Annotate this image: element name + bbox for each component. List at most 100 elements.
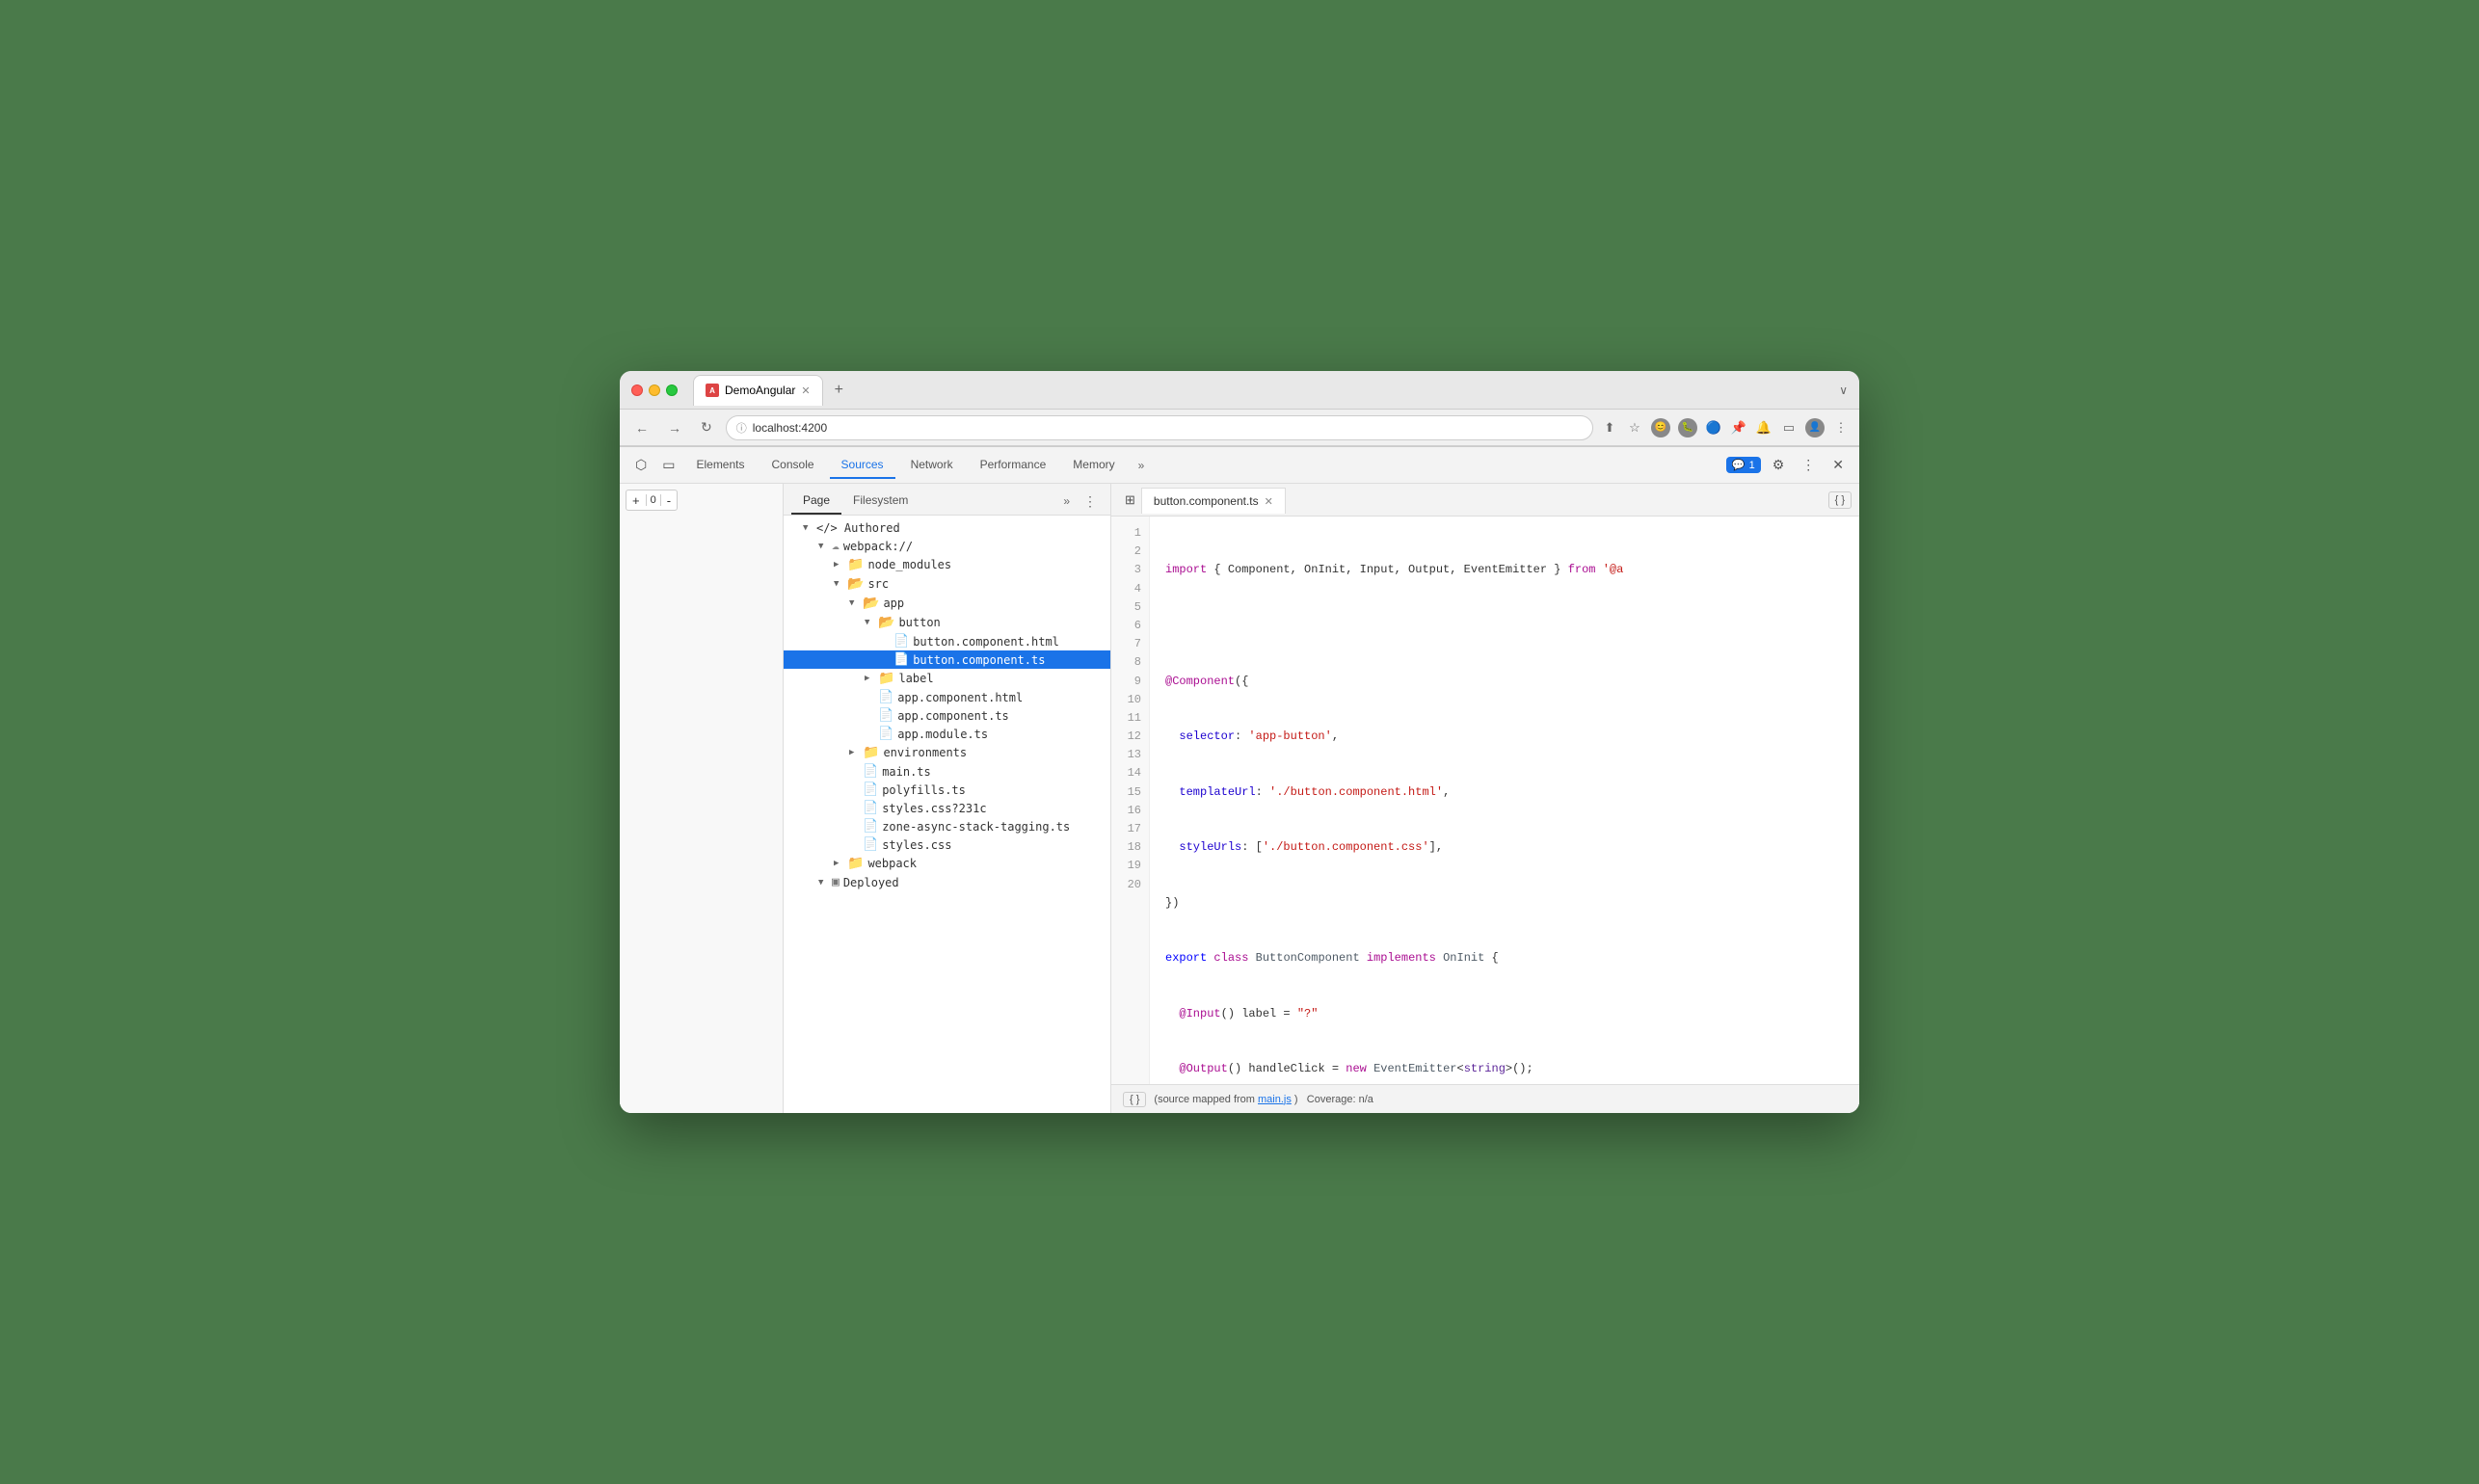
folder-icon: 📂 [847,576,864,592]
maximize-traffic-light[interactable] [666,384,678,396]
editor-tab-bar: ⊞ button.component.ts ✕ { } [1111,484,1859,517]
tree-node-modules[interactable]: ▶ 📁 node_modules [784,555,1110,574]
tree-app-html[interactable]: ▶ 📄 app.component.html [784,688,1110,706]
webpack-folder-label: webpack [867,857,917,870]
tree-styles-css[interactable]: ▶ 📄 styles.css [784,835,1110,854]
editor-tab-active[interactable]: button.component.ts ✕ [1141,488,1286,514]
code-line-7: }) [1165,894,1844,913]
tab-elements[interactable]: Elements [684,452,756,479]
tree-button-ts[interactable]: ▶ 📄 button.component.ts [784,650,1110,669]
arrow-icon: ▶ [849,748,859,757]
close-traffic-light[interactable] [631,384,643,396]
minimize-traffic-light[interactable] [649,384,660,396]
profile-icon-2[interactable]: 🐛 [1678,418,1697,437]
tree-polyfills[interactable]: ▶ 📄 polyfills.ts [784,781,1110,799]
sources-kebab-btn[interactable]: ⋮ [1078,490,1103,514]
devtools-right-controls: 💬 1 ⚙ ⋮ ✕ [1726,453,1850,477]
tree-styles-hash[interactable]: ▶ 📄 styles.css?231c [784,799,1110,817]
source-link[interactable]: main.js [1258,1094,1292,1105]
sources-tabs: Page Filesystem » ⋮ [784,484,1110,516]
tree-src[interactable]: ▼ 📂 src [784,574,1110,594]
devtools-close-btn[interactable]: ✕ [1826,453,1850,477]
address-bar[interactable]: ⓘ localhost:4200 [726,415,1593,440]
browser-tab[interactable]: A DemoAngular ✕ [693,375,823,406]
file-icon: 📄 [863,819,878,834]
tab-sources[interactable]: Sources [830,452,895,479]
file-tree: ▼ </> Authored ▼ ☁ webpack:// ▶ 📁 node_m… [784,516,1110,1113]
forward-button[interactable]: → [662,416,687,439]
extension-icon-2[interactable]: 📌 [1730,419,1747,437]
tree-app[interactable]: ▼ 📂 app [784,594,1110,613]
folder-icon: 📁 [878,671,894,686]
profile-icon-1[interactable]: 😊 [1651,418,1670,437]
zoom-minus-btn[interactable]: - [661,491,677,510]
editor-tab-close-btn[interactable]: ✕ [1265,495,1273,508]
app-module-label: app.module.ts [897,728,988,741]
extension-icon-1[interactable]: 🔵 [1705,419,1722,437]
button-folder-label: button [898,616,940,629]
reload-button[interactable]: ↻ [695,415,718,439]
source-end: ) [1294,1094,1298,1105]
folder-icon: 📂 [878,615,894,630]
device-toggle-btn[interactable]: ▭ [656,453,680,477]
tree-zone-async[interactable]: ▶ 📄 zone-async-stack-tagging.ts [784,817,1110,835]
file-icon: 📄 [878,690,893,704]
avatar-icon[interactable]: 👤 [1805,418,1825,437]
devtools-more-tabs[interactable]: » [1131,453,1153,478]
code-line-5: templateUrl: './button.component.html', [1165,783,1844,802]
tree-button-folder[interactable]: ▼ 📂 button [784,613,1110,632]
coverage-text: Coverage: n/a [1307,1094,1373,1105]
sources-file-panel: Page Filesystem » ⋮ ▼ </> Authored ▼ ☁ [784,484,1111,1113]
menu-icon[interactable]: ⋮ [1832,419,1850,437]
code-line-2 [1165,617,1844,635]
code-line-8: export class ButtonComponent implements … [1165,949,1844,967]
tree-label-folder[interactable]: ▶ 📁 label [784,669,1110,688]
sidebar-toggle-btn[interactable]: ⊞ [1119,489,1141,512]
url-text: localhost:4200 [753,421,827,435]
zone-async-label: zone-async-stack-tagging.ts [882,820,1070,834]
tab-console[interactable]: Console [760,452,826,479]
devtools-kebab-btn[interactable]: ⋮ [1796,453,1821,477]
cursor-inspector-btn[interactable]: ⬡ [629,453,653,477]
tree-app-ts[interactable]: ▶ 📄 app.component.ts [784,706,1110,725]
tree-authored[interactable]: ▼ </> Authored [784,519,1110,537]
tab-performance[interactable]: Performance [969,452,1058,479]
tab-network[interactable]: Network [899,452,965,479]
arrow-icon: ▶ [834,859,843,868]
tree-main-ts[interactable]: ▶ 📄 main.ts [784,762,1110,781]
app-label: app [883,596,904,610]
tree-deployed[interactable]: ▼ ▣ Deployed [784,873,1110,891]
devtools-settings-btn[interactable]: ⚙ [1767,453,1791,477]
deployed-icon: ▣ [832,875,840,889]
title-bar: A DemoAngular ✕ + ∨ [620,371,1859,410]
zoom-plus-btn[interactable]: + [626,491,646,510]
folder-icon: 📂 [863,596,879,611]
tree-webpack-root[interactable]: ▼ ☁ webpack:// [784,537,1110,555]
code-line-1: import { Component, OnInit, Input, Outpu… [1165,561,1844,579]
tree-environments[interactable]: ▶ 📁 environments [784,743,1110,762]
sidebar-toggle-icon[interactable]: ▭ [1780,419,1798,437]
share-icon[interactable]: ⬆ [1601,419,1618,437]
tree-app-module[interactable]: ▶ 📄 app.module.ts [784,725,1110,743]
extension-icon-3[interactable]: 🔔 [1755,419,1773,437]
styles-css-label: styles.css [882,838,951,852]
code-line-9: @Input() label = "?" [1165,1005,1844,1023]
status-format-btn[interactable]: { } [1123,1092,1146,1107]
tab-close-btn[interactable]: ✕ [801,384,810,397]
button-html-label: button.component.html [913,635,1059,649]
tree-webpack-folder[interactable]: ▶ 📁 webpack [784,854,1110,873]
tab-memory[interactable]: Memory [1061,452,1126,479]
arrow-icon: ▼ [834,579,843,589]
notification-badge[interactable]: 💬 1 [1726,457,1761,473]
code-content-area[interactable]: 12345 678910 1112131415 1617181920 impor… [1111,517,1859,1084]
sources-more-tabs[interactable]: » [1055,490,1078,512]
sources-tab-filesystem[interactable]: Filesystem [841,488,920,515]
new-tab-button[interactable]: + [827,378,851,403]
button-ts-label: button.component.ts [913,653,1045,667]
pretty-print-btn[interactable]: { } [1828,491,1852,509]
bookmark-icon[interactable]: ☆ [1626,419,1643,437]
tree-button-html[interactable]: ▶ 📄 button.component.html [784,632,1110,650]
file-icon: 📄 [863,764,878,779]
sources-tab-page[interactable]: Page [791,488,841,515]
back-button[interactable]: ← [629,416,654,439]
